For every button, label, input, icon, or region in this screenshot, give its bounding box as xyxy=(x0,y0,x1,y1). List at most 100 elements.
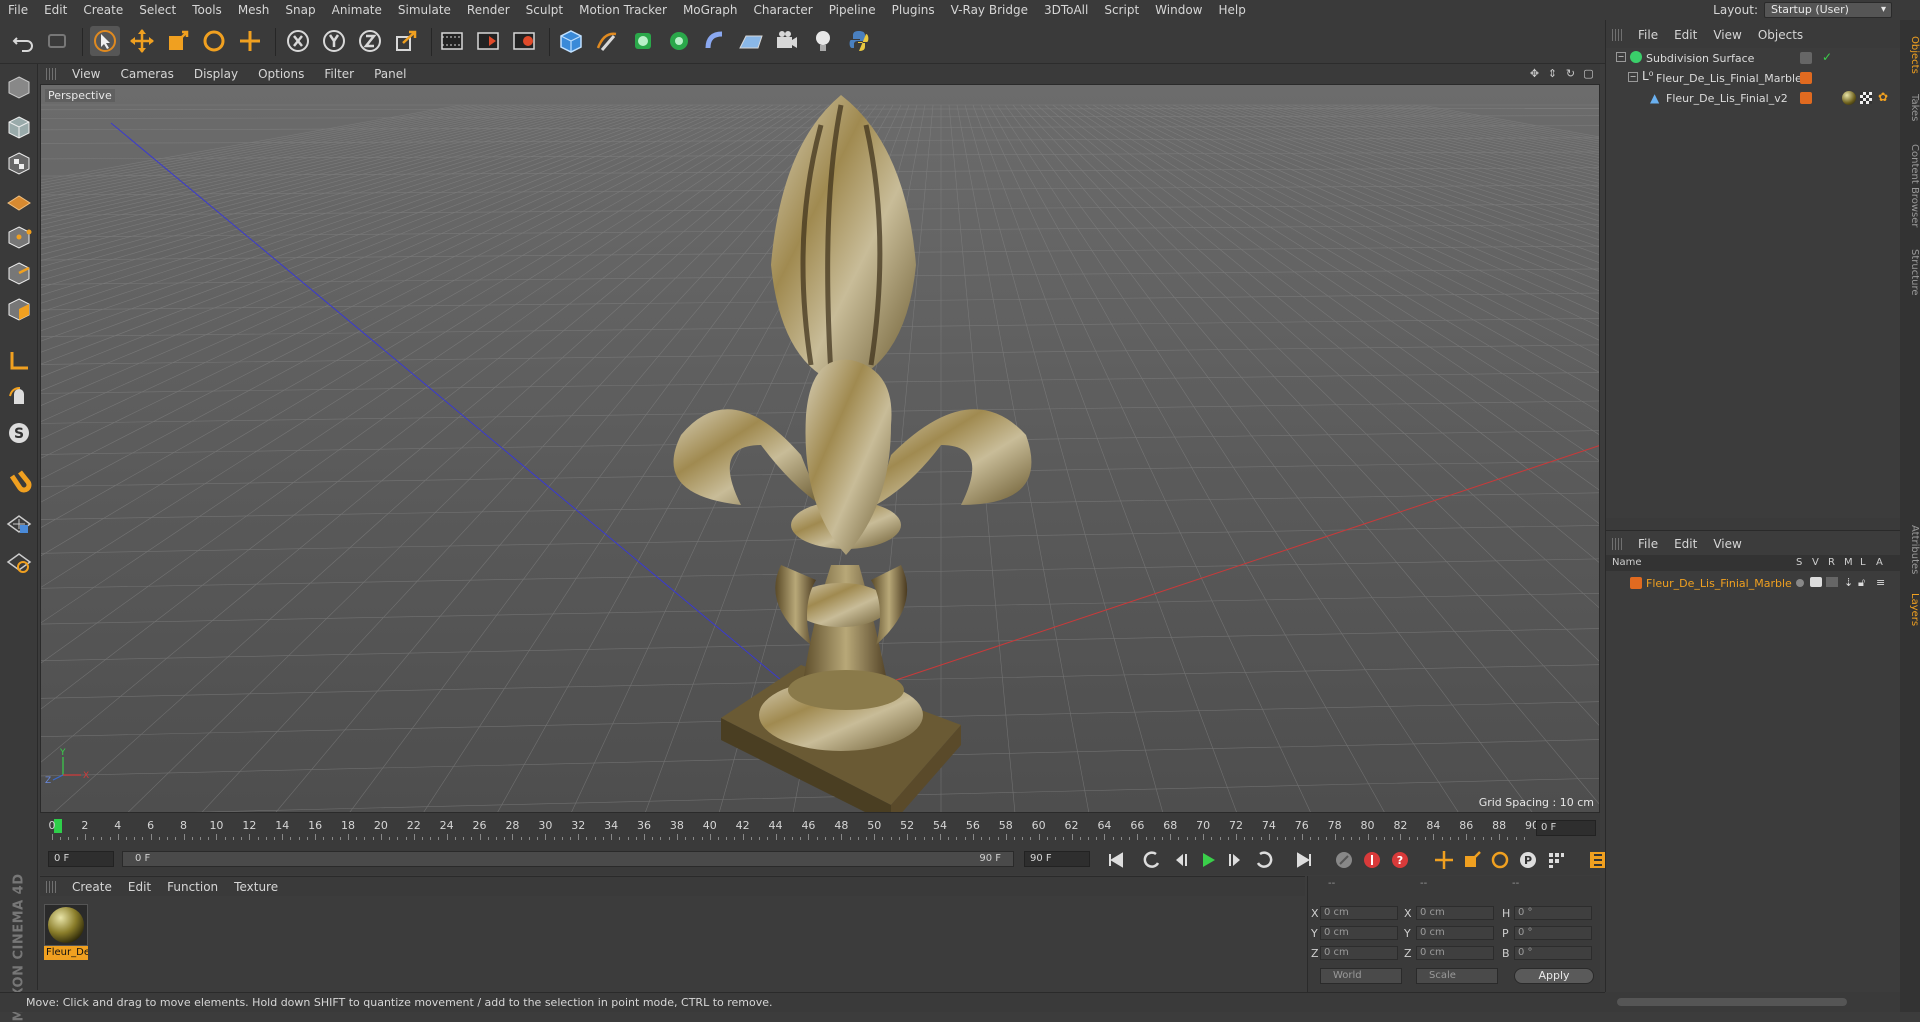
previous-frame-icon[interactable] xyxy=(1168,848,1192,872)
fleur-de-lis-model[interactable] xyxy=(673,95,1032,813)
pos-z-field[interactable]: 0 cm xyxy=(1320,946,1398,960)
snap-icon[interactable]: S xyxy=(4,418,34,448)
render-view-icon[interactable] xyxy=(437,26,467,56)
menu-animate[interactable]: Animate xyxy=(324,0,390,20)
material-menu-function[interactable]: Function xyxy=(159,880,226,894)
maximize-view-icon[interactable]: ▢ xyxy=(1581,66,1596,81)
objects-menu-objects[interactable]: Objects xyxy=(1750,28,1811,42)
material-menu-texture[interactable]: Texture xyxy=(226,880,286,894)
tab-objects[interactable]: Objects xyxy=(1900,30,1920,80)
tab-structure[interactable]: Structure xyxy=(1900,242,1920,302)
magnet-icon[interactable] xyxy=(4,466,34,496)
size-z-field[interactable]: 0 cm xyxy=(1416,946,1494,960)
animation-toggle-icon[interactable]: ≡ xyxy=(1876,576,1885,589)
object-row-fleur-marble[interactable]: − L⁰ Fleur_De_Lis_Finial_Marble xyxy=(1606,68,1901,88)
size-x-field[interactable]: 0 cm xyxy=(1416,906,1494,920)
light-icon[interactable] xyxy=(808,26,838,56)
menu-create[interactable]: Create xyxy=(75,0,131,20)
python-icon[interactable] xyxy=(844,26,874,56)
collapse-toggle-icon[interactable]: − xyxy=(1628,72,1638,82)
polygons-mode-icon[interactable] xyxy=(4,294,34,324)
model-mode-icon[interactable] xyxy=(4,112,34,142)
pan-view-icon[interactable]: ✥ xyxy=(1527,66,1542,81)
object-row-fleur-v2[interactable]: ▲ Fleur_De_Lis_Finial_v2 ✿ xyxy=(1606,88,1901,108)
deformer-icon[interactable] xyxy=(700,26,730,56)
menu-select[interactable]: Select xyxy=(131,0,184,20)
tab-takes[interactable]: Takes xyxy=(1900,88,1920,128)
menu-mesh[interactable]: Mesh xyxy=(230,0,278,20)
z-axis-lock-icon[interactable] xyxy=(355,26,385,56)
workplane-lock-icon[interactable] xyxy=(4,508,34,538)
select-arrow-icon[interactable] xyxy=(90,26,120,56)
key-scale-icon[interactable] xyxy=(1460,848,1484,872)
material-tag-icon[interactable] xyxy=(1842,91,1856,105)
menu-pipeline[interactable]: Pipeline xyxy=(821,0,884,20)
menu-plugins[interactable]: Plugins xyxy=(884,0,943,20)
menu-script[interactable]: Script xyxy=(1096,0,1147,20)
apply-button[interactable]: Apply xyxy=(1514,968,1594,984)
points-mode-icon[interactable] xyxy=(4,222,34,252)
render-settings-icon[interactable] xyxy=(509,26,539,56)
redo-icon[interactable] xyxy=(42,26,72,56)
material-menu-create[interactable]: Create xyxy=(64,880,120,894)
next-key-icon[interactable] xyxy=(1252,848,1276,872)
keyframe-selection-icon[interactable]: ? xyxy=(1388,848,1412,872)
workplane-axis-icon[interactable] xyxy=(4,546,34,576)
layer-row[interactable]: Fleur_De_Lis_Finial_Marble ⇣ 🔓︎ ≡ xyxy=(1606,573,1901,593)
x-axis-lock-icon[interactable] xyxy=(283,26,313,56)
start-frame-field[interactable]: 0 F xyxy=(48,851,114,867)
viewport-menu-panel[interactable]: Panel xyxy=(364,67,416,81)
move-icon[interactable] xyxy=(127,26,157,56)
coordinate-system-icon[interactable] xyxy=(391,26,421,56)
layers-menu-view[interactable]: View xyxy=(1705,537,1749,551)
viewport-menu-view[interactable]: View xyxy=(62,67,110,81)
texture-mode-icon[interactable] xyxy=(4,148,34,178)
layout-dropdown[interactable]: Startup (User) xyxy=(1764,2,1892,18)
menu-file[interactable]: File xyxy=(0,0,36,20)
objects-menu-file[interactable]: File xyxy=(1630,28,1666,42)
workplane-icon[interactable] xyxy=(4,184,34,214)
tweak-mode-icon[interactable] xyxy=(4,382,34,412)
menu-mograph[interactable]: MoGraph xyxy=(675,0,746,20)
play-icon[interactable] xyxy=(1196,848,1220,872)
menu-motion-tracker[interactable]: Motion Tracker xyxy=(571,0,675,20)
object-row-subdivision-surface[interactable]: − Subdivision Surface ✓ xyxy=(1606,48,1901,68)
edges-mode-icon[interactable] xyxy=(4,258,34,288)
uvw-tag-icon[interactable] xyxy=(1860,92,1872,104)
camera-icon[interactable] xyxy=(772,26,802,56)
object-scrollbar[interactable] xyxy=(1605,992,1900,1012)
menu-help[interactable]: Help xyxy=(1210,0,1253,20)
autokey-icon[interactable] xyxy=(1360,848,1384,872)
current-frame-field[interactable]: 0 F xyxy=(1536,820,1596,836)
menu-character[interactable]: Character xyxy=(745,0,820,20)
next-frame-icon[interactable] xyxy=(1224,848,1248,872)
mograph-cloner-icon[interactable] xyxy=(664,26,694,56)
dolly-view-icon[interactable]: ⇕ xyxy=(1545,66,1560,81)
collapse-toggle-icon[interactable]: − xyxy=(1616,52,1626,62)
menu-snap[interactable]: Snap xyxy=(277,0,323,20)
layers-menu-edit[interactable]: Edit xyxy=(1666,537,1705,551)
tab-layers[interactable]: Layers xyxy=(1900,590,1920,630)
menu-render[interactable]: Render xyxy=(459,0,518,20)
3d-viewport[interactable]: Y X Z Perspective Grid Spacing : 10 cm xyxy=(40,84,1600,813)
scale-icon[interactable] xyxy=(163,26,193,56)
objects-menu-edit[interactable]: Edit xyxy=(1666,28,1705,42)
render-region-icon[interactable] xyxy=(473,26,503,56)
pos-y-field[interactable]: 0 cm xyxy=(1320,926,1398,940)
enabled-check-icon[interactable]: ✓ xyxy=(1822,50,1832,64)
menu-sculpt[interactable]: Sculpt xyxy=(518,0,571,20)
key-parameter-icon[interactable]: P xyxy=(1516,848,1540,872)
menu-edit[interactable]: Edit xyxy=(36,0,75,20)
go-to-end-icon[interactable] xyxy=(1292,848,1316,872)
locked-toggle-icon[interactable]: 🔓︎ xyxy=(1858,576,1865,590)
tab-attributes[interactable]: Attributes xyxy=(1900,520,1920,580)
go-to-start-icon[interactable] xyxy=(1104,848,1128,872)
menu-window[interactable]: Window xyxy=(1147,0,1210,20)
axis-mode-icon[interactable] xyxy=(4,346,34,376)
key-rotation-icon[interactable] xyxy=(1488,848,1512,872)
viewport-menu-filter[interactable]: Filter xyxy=(314,67,364,81)
viewport-menu-options[interactable]: Options xyxy=(248,67,314,81)
rotate-view-icon[interactable]: ↻ xyxy=(1563,66,1578,81)
rotate-icon[interactable] xyxy=(199,26,229,56)
layer-color-icon[interactable] xyxy=(1800,92,1812,104)
